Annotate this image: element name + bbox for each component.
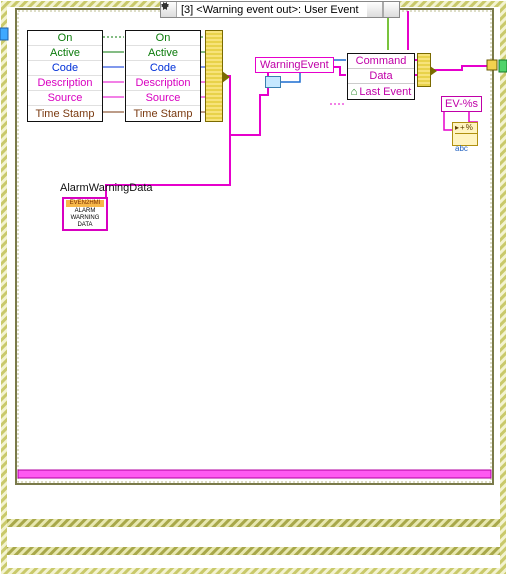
cluster-row: On	[126, 31, 200, 46]
alarm-warning-data-label: AlarmWarningData	[60, 182, 153, 194]
command-bundle-row: Data	[348, 69, 414, 84]
cluster-row: Source	[28, 91, 102, 106]
format-string-constant[interactable]: EV-%s	[441, 96, 482, 112]
cluster-row: On	[28, 31, 102, 46]
block-diagram: [3] <Warning event out>: User Event OnAc…	[0, 0, 507, 576]
command-bundle-row: ⌂Last Event	[348, 84, 414, 99]
alarm-const-header: EVEN2HMI	[66, 200, 104, 207]
cluster-row: Active	[28, 46, 102, 61]
event-case-label[interactable]: [3] <Warning event out>: User Event	[177, 2, 367, 17]
cluster-row: Source	[126, 91, 200, 106]
cluster-row: Time Stamp	[126, 106, 200, 121]
case-dropdown-button[interactable]	[383, 2, 399, 17]
alarm-const-line2: WARNING	[64, 215, 106, 222]
bundle-dest-cluster[interactable]: OnActiveCodeDescriptionSourceTime Stamp	[125, 30, 201, 122]
cluster-row: Time Stamp	[28, 106, 102, 121]
command-bundle-node[interactable]	[417, 53, 431, 87]
cluster-row: Description	[28, 76, 102, 91]
cluster-row: Code	[28, 61, 102, 76]
warning-event-label: WarningEvent	[255, 57, 334, 73]
next-case-button[interactable]	[367, 2, 383, 17]
cluster-row: Description	[126, 76, 200, 91]
alarm-warning-data-constant[interactable]: EVEN2HMI ALARM WARNING DATA	[62, 197, 108, 231]
cluster-row: Active	[126, 46, 200, 61]
bundle-by-name-node[interactable]	[205, 30, 223, 122]
command-bundle-cluster[interactable]: CommandData⌂Last Event	[347, 53, 415, 100]
format-into-string-node[interactable]: ▸+% abc	[452, 122, 478, 146]
home-icon: ⌂	[351, 86, 358, 98]
format-abc-label: abc	[455, 145, 468, 153]
command-bundle-row: Command	[348, 54, 414, 69]
alarm-const-line1: ALARM	[64, 208, 106, 215]
event-case-selector[interactable]: [3] <Warning event out>: User Event	[160, 1, 400, 18]
unbundle-source-cluster[interactable]: OnActiveCodeDescriptionSourceTime Stamp	[27, 30, 103, 122]
alarm-const-line3: DATA	[64, 222, 106, 229]
warning-event-enum-constant[interactable]	[265, 76, 281, 88]
cluster-row: Code	[126, 61, 200, 76]
